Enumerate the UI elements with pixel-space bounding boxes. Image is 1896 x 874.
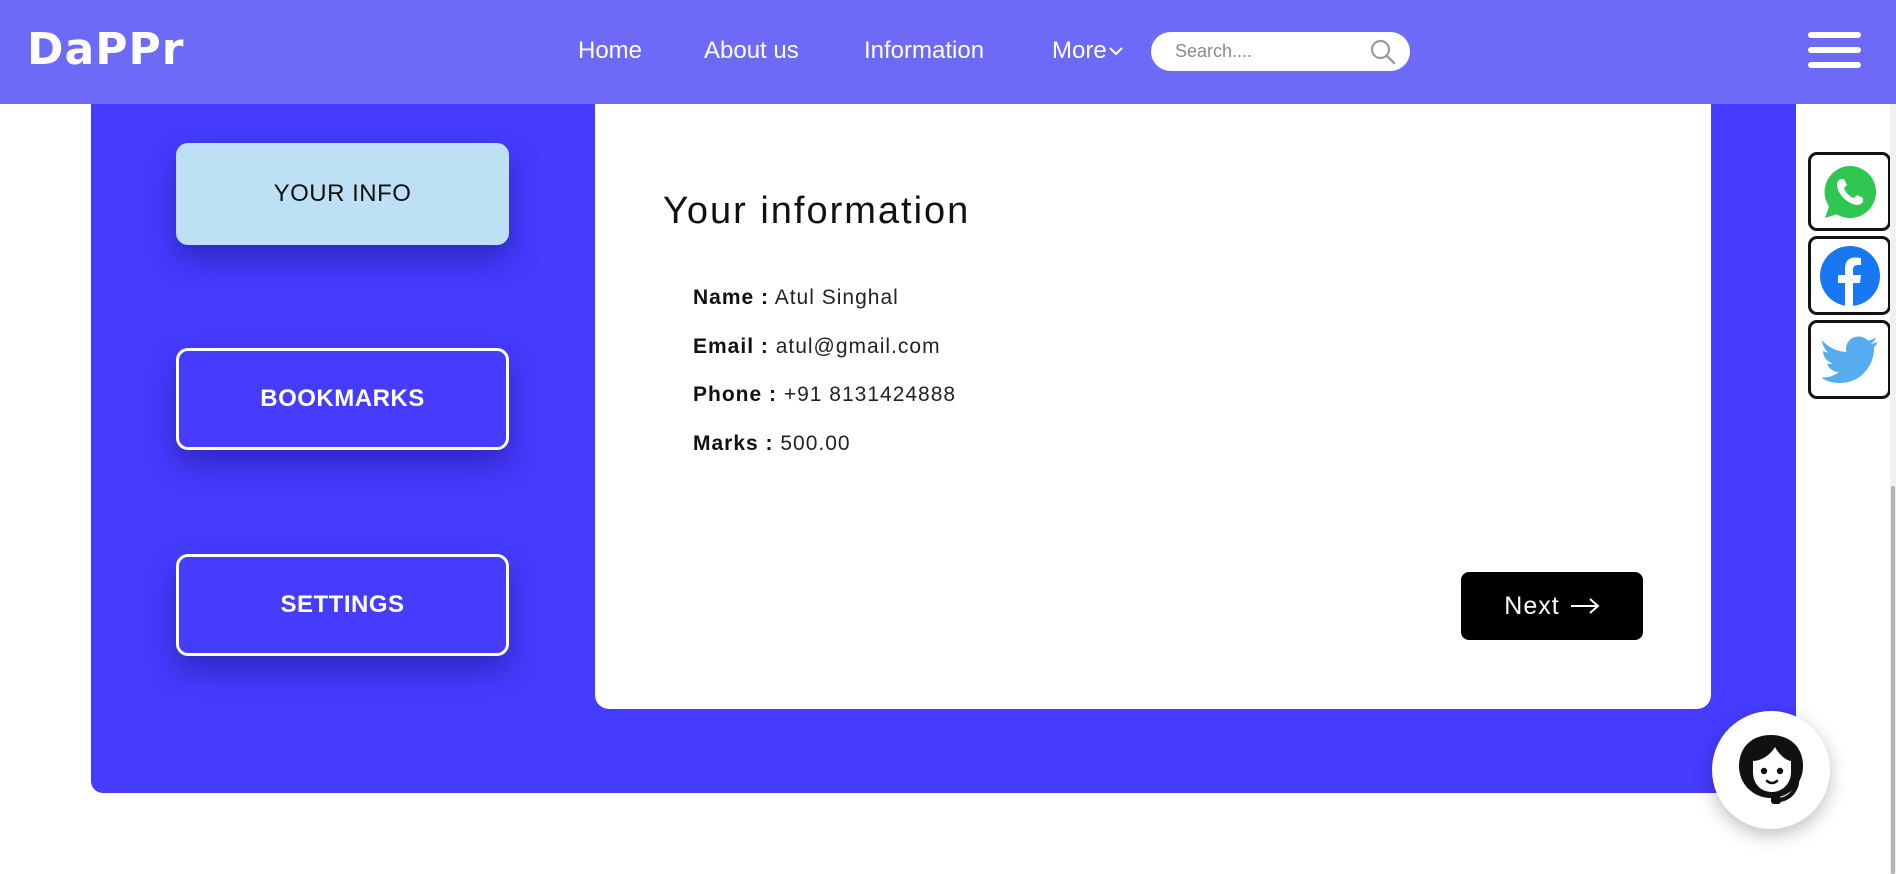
nav-more-label: More — [1052, 37, 1107, 64]
scrollbar-thumb[interactable] — [1891, 486, 1895, 874]
arrow-right-icon — [1570, 598, 1600, 614]
name-label: Name : — [693, 286, 770, 309]
next-button[interactable]: Next — [1461, 572, 1643, 640]
search-input[interactable] — [1173, 32, 1363, 71]
nav-about-link[interactable]: About us — [704, 36, 799, 66]
navbar: DaPPr Home About us Information More — [0, 0, 1896, 104]
sidebar-item-your-info[interactable]: YOUR INFO — [176, 143, 509, 245]
info-row-email: Email : atul@gmail.com — [693, 333, 941, 361]
twitter-share-button[interactable] — [1808, 320, 1891, 399]
info-row-name: Name : Atul Singhal — [693, 284, 899, 312]
support-chat-button[interactable] — [1712, 711, 1830, 829]
next-label: Next — [1504, 591, 1560, 620]
whatsapp-icon — [1824, 165, 1876, 218]
email-label: Email : — [693, 335, 769, 358]
facebook-icon — [1819, 245, 1880, 306]
search-icon[interactable] — [1370, 39, 1396, 65]
info-row-marks: Marks : 500.00 — [693, 430, 851, 458]
nav-information-link[interactable]: Information — [864, 36, 984, 66]
support-agent-icon — [1739, 735, 1803, 804]
nav-more-dropdown[interactable]: More — [1052, 36, 1123, 66]
hamburger-menu-icon[interactable] — [1808, 32, 1861, 77]
whatsapp-share-button[interactable] — [1808, 152, 1891, 231]
marks-label: Marks : — [693, 432, 774, 455]
logo[interactable]: DaPPr — [27, 22, 184, 78]
email-value: atul@gmail.com — [775, 335, 941, 358]
sidebar-item-bookmarks[interactable]: BOOKMARKS — [176, 348, 509, 450]
name-value: Atul Singhal — [774, 286, 899, 309]
phone-value: +91 8131424888 — [783, 383, 957, 406]
info-row-phone: Phone : +91 8131424888 — [693, 381, 956, 409]
phone-label: Phone : — [693, 383, 777, 406]
marks-value: 500.00 — [780, 432, 851, 455]
page-title: Your information — [663, 190, 971, 232]
twitter-icon — [1821, 336, 1877, 383]
chevron-down-icon — [1108, 47, 1123, 56]
nav-home-link[interactable]: Home — [578, 36, 642, 66]
sidebar-item-settings[interactable]: SETTINGS — [176, 554, 509, 656]
facebook-share-button[interactable] — [1808, 236, 1891, 315]
